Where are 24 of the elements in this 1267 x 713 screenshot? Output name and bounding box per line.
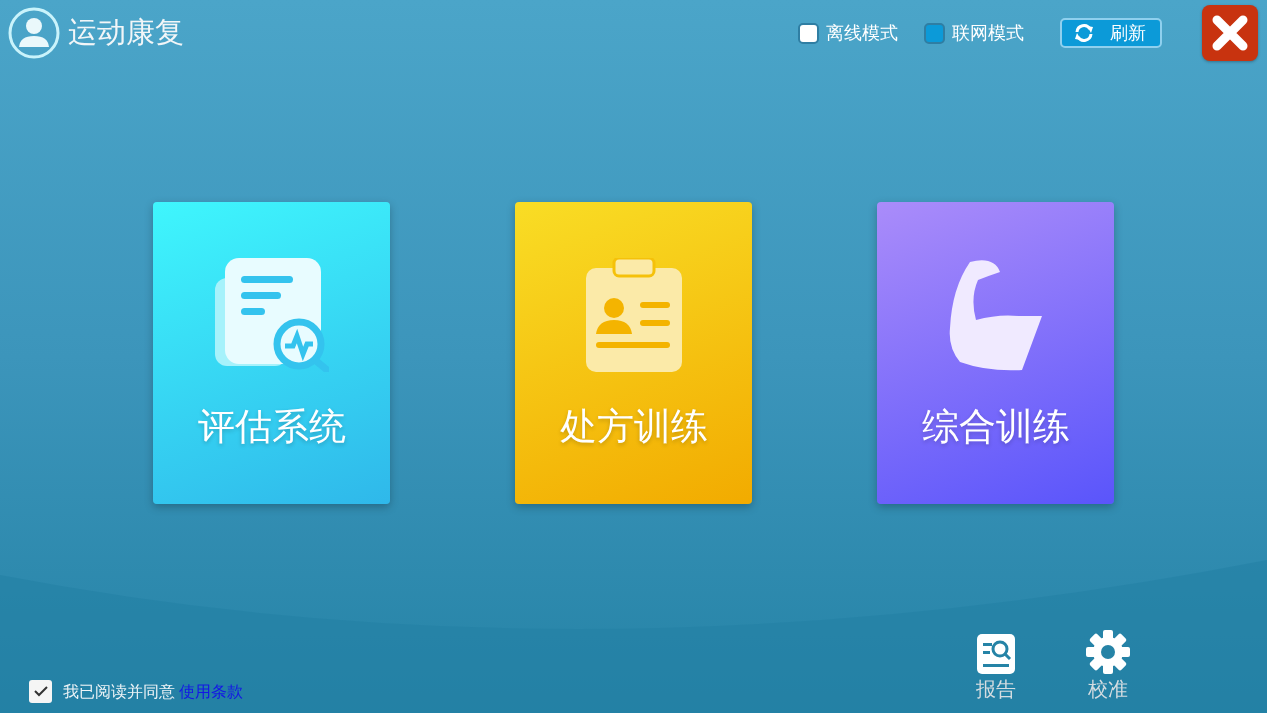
menu-card[interactable]: 处方训练 — [515, 202, 752, 504]
terms-link[interactable]: 使用条款 — [179, 682, 243, 703]
document-search-icon — [214, 258, 329, 372]
menu-card[interactable]: 评估系统 — [153, 202, 390, 504]
refresh-icon — [1074, 24, 1094, 42]
checkbox[interactable] — [29, 680, 52, 703]
report-search-icon — [977, 634, 1015, 674]
refresh-button[interactable]: 刷新 — [1060, 18, 1162, 48]
checkbox[interactable] — [798, 22, 819, 44]
user-avatar-icon — [8, 7, 60, 59]
close-icon — [1212, 15, 1248, 51]
close-button[interactable] — [1202, 5, 1258, 61]
clipboard-profile-icon — [583, 258, 684, 372]
menu-card[interactable]: 综合训练 — [877, 202, 1114, 504]
toolbar-button[interactable]: 校准 — [1077, 630, 1139, 703]
mode-label: 离线模式 — [826, 21, 898, 45]
toolbar-button[interactable]: 报告 — [965, 630, 1027, 703]
agreement-text: 我已阅读并同意 — [63, 682, 175, 703]
flexed-arm-icon — [947, 258, 1044, 372]
checkbox[interactable] — [924, 22, 945, 44]
checkmark-icon — [33, 686, 48, 697]
settings-icon — [1086, 630, 1130, 674]
app-title: 运动康复 — [68, 14, 184, 51]
mode-label: 联网模式 — [952, 21, 1024, 45]
